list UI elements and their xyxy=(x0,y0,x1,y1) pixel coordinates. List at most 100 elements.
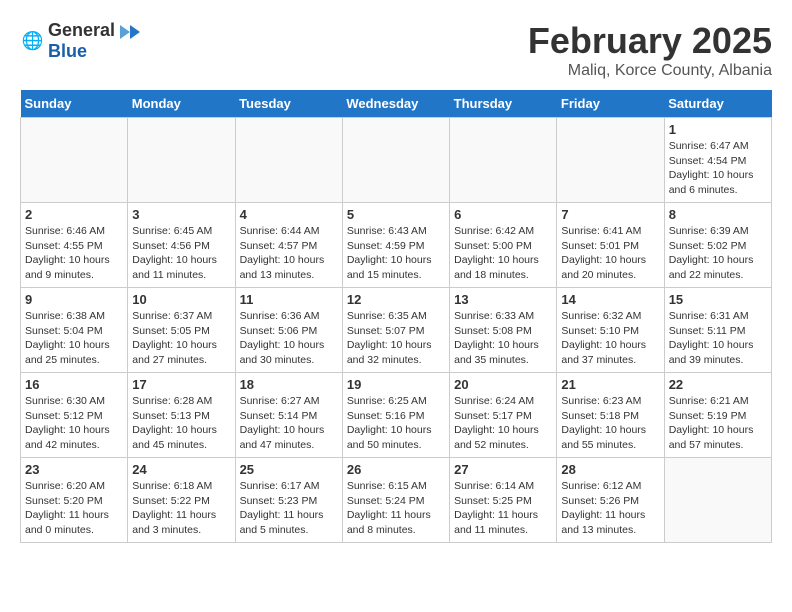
calendar-cell: 9Sunrise: 6:38 AM Sunset: 5:04 PM Daylig… xyxy=(21,288,128,373)
day-info: Sunrise: 6:46 AM Sunset: 4:55 PM Dayligh… xyxy=(25,224,123,283)
day-number: 15 xyxy=(669,292,767,307)
header-thursday: Thursday xyxy=(450,90,557,118)
calendar-cell: 27Sunrise: 6:14 AM Sunset: 5:25 PM Dayli… xyxy=(450,458,557,543)
calendar-cell: 11 Sunrise: 6:36 AM Sunset: 5:06 PM Dayli… xyxy=(235,288,342,373)
calendar-week-0: 1 Sunrise: 6:47 AM Sunset: 4:54 PM Daylig… xyxy=(21,118,772,203)
day-number: 20 xyxy=(454,377,552,392)
day-info: Sunrise: 6:33 AM Sunset: 5:08 PM Dayligh… xyxy=(454,309,552,368)
day-number: 28 xyxy=(561,462,659,477)
day-info: Sunrise: 6:30 AM Sunset: 5:12 PM Dayligh… xyxy=(25,394,123,453)
day-number: 9 xyxy=(25,292,123,307)
header-saturday: Saturday xyxy=(664,90,771,118)
day-info: Sunrise: 6:31 AM Sunset: 5:11 PM Dayligh… xyxy=(669,309,767,368)
page-header: 🌐 General Blue February 2025 Maliq, Korc… xyxy=(20,20,772,80)
calendar-cell: 26 Sunrise: 6:15 AM Sunset: 5:24 PM Dayli… xyxy=(342,458,449,543)
header-wednesday: Wednesday xyxy=(342,90,449,118)
calendar-cell: 5 Sunrise: 6:43 AM Sunset: 4:59 PM Daylig… xyxy=(342,203,449,288)
day-number: 8 xyxy=(669,207,767,222)
calendar-week-2: 9Sunrise: 6:38 AM Sunset: 5:04 PM Daylig… xyxy=(21,288,772,373)
day-number: 18 xyxy=(240,377,338,392)
day-number: 11 xyxy=(240,292,338,307)
day-number: 21 xyxy=(561,377,659,392)
logo-blue: Blue xyxy=(48,41,87,61)
calendar-cell: 6 Sunrise: 6:42 AM Sunset: 5:00 PM Daylig… xyxy=(450,203,557,288)
calendar-cell: 20Sunrise: 6:24 AM Sunset: 5:17 PM Dayli… xyxy=(450,373,557,458)
day-number: 26 xyxy=(347,462,445,477)
calendar-cell xyxy=(21,118,128,203)
calendar-week-1: 2 Sunrise: 6:46 AM Sunset: 4:55 PM Daylig… xyxy=(21,203,772,288)
header-friday: Friday xyxy=(557,90,664,118)
day-info: Sunrise: 6:15 AM Sunset: 5:24 PM Dayligh… xyxy=(347,479,445,538)
day-number: 19 xyxy=(347,377,445,392)
day-info: Sunrise: 6:44 AM Sunset: 4:57 PM Dayligh… xyxy=(240,224,338,283)
day-number: 16 xyxy=(25,377,123,392)
calendar-cell: 28 Sunrise: 6:12 AM Sunset: 5:26 PM Dayli… xyxy=(557,458,664,543)
calendar-cell: 12 Sunrise: 6:35 AM Sunset: 5:07 PM Dayli… xyxy=(342,288,449,373)
day-number: 5 xyxy=(347,207,445,222)
month-title: February 2025 xyxy=(528,20,772,62)
day-info: Sunrise: 6:36 AM Sunset: 5:06 PM Dayligh… xyxy=(240,309,338,368)
calendar-cell: 10 Sunrise: 6:37 AM Sunset: 5:05 PM Dayli… xyxy=(128,288,235,373)
calendar-cell: 18 Sunrise: 6:27 AM Sunset: 5:14 PM Dayli… xyxy=(235,373,342,458)
day-number: 10 xyxy=(132,292,230,307)
day-info: Sunrise: 6:12 AM Sunset: 5:26 PM Dayligh… xyxy=(561,479,659,538)
calendar-cell: 14 Sunrise: 6:32 AM Sunset: 5:10 PM Dayli… xyxy=(557,288,664,373)
day-number: 7 xyxy=(561,207,659,222)
calendar-cell xyxy=(450,118,557,203)
logo-general: General xyxy=(48,20,115,40)
calendar-week-3: 16 Sunrise: 6:30 AM Sunset: 5:12 PM Dayli… xyxy=(21,373,772,458)
day-info: Sunrise: 6:28 AM Sunset: 5:13 PM Dayligh… xyxy=(132,394,230,453)
logo: 🌐 General Blue xyxy=(20,20,140,62)
logo-flag-icon xyxy=(120,25,140,39)
day-info: Sunrise: 6:43 AM Sunset: 4:59 PM Dayligh… xyxy=(347,224,445,283)
calendar-cell xyxy=(128,118,235,203)
day-number: 4 xyxy=(240,207,338,222)
calendar-cell: 25Sunrise: 6:17 AM Sunset: 5:23 PM Dayli… xyxy=(235,458,342,543)
day-number: 13 xyxy=(454,292,552,307)
calendar-cell: 8 Sunrise: 6:39 AM Sunset: 5:02 PM Daylig… xyxy=(664,203,771,288)
day-info: Sunrise: 6:27 AM Sunset: 5:14 PM Dayligh… xyxy=(240,394,338,453)
calendar-cell: 16 Sunrise: 6:30 AM Sunset: 5:12 PM Dayli… xyxy=(21,373,128,458)
calendar-cell xyxy=(342,118,449,203)
calendar-cell: 15 Sunrise: 6:31 AM Sunset: 5:11 PM Dayli… xyxy=(664,288,771,373)
day-info: Sunrise: 6:41 AM Sunset: 5:01 PM Dayligh… xyxy=(561,224,659,283)
day-number: 22 xyxy=(669,377,767,392)
day-info: Sunrise: 6:35 AM Sunset: 5:07 PM Dayligh… xyxy=(347,309,445,368)
day-number: 12 xyxy=(347,292,445,307)
day-number: 14 xyxy=(561,292,659,307)
calendar-week-4: 23Sunrise: 6:20 AM Sunset: 5:20 PM Dayli… xyxy=(21,458,772,543)
calendar-cell: 19 Sunrise: 6:25 AM Sunset: 5:16 PM Dayli… xyxy=(342,373,449,458)
day-info: Sunrise: 6:18 AM Sunset: 5:22 PM Dayligh… xyxy=(132,479,230,538)
day-info: Sunrise: 6:37 AM Sunset: 5:05 PM Dayligh… xyxy=(132,309,230,368)
weekday-header-row: Sunday Monday Tuesday Wednesday Thursday… xyxy=(21,90,772,118)
day-number: 25 xyxy=(240,462,338,477)
day-info: Sunrise: 6:45 AM Sunset: 4:56 PM Dayligh… xyxy=(132,224,230,283)
calendar-cell: 24 Sunrise: 6:18 AM Sunset: 5:22 PM Dayli… xyxy=(128,458,235,543)
day-info: Sunrise: 6:32 AM Sunset: 5:10 PM Dayligh… xyxy=(561,309,659,368)
day-info: Sunrise: 6:25 AM Sunset: 5:16 PM Dayligh… xyxy=(347,394,445,453)
calendar-cell xyxy=(664,458,771,543)
day-number: 6 xyxy=(454,207,552,222)
calendar-cell: 1 Sunrise: 6:47 AM Sunset: 4:54 PM Daylig… xyxy=(664,118,771,203)
day-number: 2 xyxy=(25,207,123,222)
day-info: Sunrise: 6:21 AM Sunset: 5:19 PM Dayligh… xyxy=(669,394,767,453)
calendar-cell: 22 Sunrise: 6:21 AM Sunset: 5:19 PM Dayli… xyxy=(664,373,771,458)
calendar-cell xyxy=(235,118,342,203)
day-number: 1 xyxy=(669,122,767,137)
day-number: 17 xyxy=(132,377,230,392)
header-sunday: Sunday xyxy=(21,90,128,118)
day-info: Sunrise: 6:47 AM Sunset: 4:54 PM Dayligh… xyxy=(669,139,767,198)
calendar-cell: 7 Sunrise: 6:41 AM Sunset: 5:01 PM Daylig… xyxy=(557,203,664,288)
header-tuesday: Tuesday xyxy=(235,90,342,118)
day-info: Sunrise: 6:42 AM Sunset: 5:00 PM Dayligh… xyxy=(454,224,552,283)
logo-icon: 🌐 xyxy=(20,29,44,53)
calendar-cell xyxy=(557,118,664,203)
day-number: 24 xyxy=(132,462,230,477)
day-info: Sunrise: 6:20 AM Sunset: 5:20 PM Dayligh… xyxy=(25,479,123,538)
calendar-cell: 4 Sunrise: 6:44 AM Sunset: 4:57 PM Daylig… xyxy=(235,203,342,288)
calendar-cell: 2 Sunrise: 6:46 AM Sunset: 4:55 PM Daylig… xyxy=(21,203,128,288)
day-info: Sunrise: 6:39 AM Sunset: 5:02 PM Dayligh… xyxy=(669,224,767,283)
day-number: 3 xyxy=(132,207,230,222)
location-title: Maliq, Korce County, Albania xyxy=(528,62,772,80)
svg-text:🌐: 🌐 xyxy=(22,31,44,51)
